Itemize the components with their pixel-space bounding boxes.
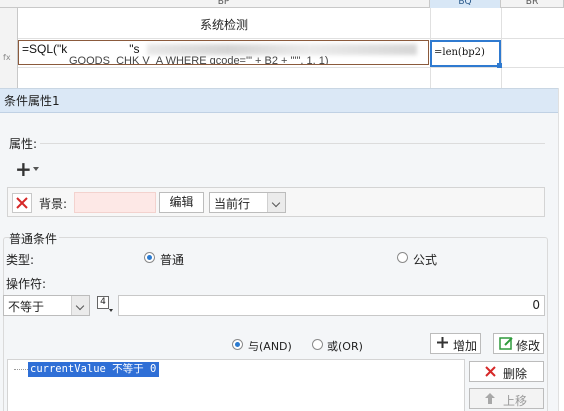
- remove-attribute-button[interactable]: [12, 193, 32, 213]
- background-label: 背景:: [39, 197, 68, 211]
- scope-select-value: 当前行: [214, 197, 251, 211]
- edit-button[interactable]: 编辑: [159, 192, 204, 213]
- cell-bq-selected[interactable]: =len(bp2): [430, 40, 502, 68]
- attributes-label: 属性:: [9, 137, 38, 151]
- modify-icon: [499, 337, 513, 350]
- plus-icon: [437, 337, 448, 348]
- operator-label: 操作符:: [6, 277, 47, 291]
- column-header-bp[interactable]: BP: [18, 0, 430, 8]
- redacted-blur: [147, 44, 417, 55]
- chevron-down-icon: [267, 193, 285, 212]
- scope-select[interactable]: 当前行: [209, 192, 286, 213]
- dropdown-caret-icon: [33, 167, 39, 171]
- delete-icon: [485, 366, 496, 377]
- move-up-label: 上移: [503, 394, 528, 408]
- condition-list-item[interactable]: currentValue 不等于 0: [28, 362, 160, 377]
- logic-and-label: 与(AND): [248, 340, 292, 353]
- condition-value-text: 0: [532, 298, 540, 312]
- condition-attribute-panel: 条件属性1 属性: + 背景: 编辑 当前行 普通条件 类型: 普通 公式 操作…: [0, 88, 558, 411]
- type-normal-label: 普通: [160, 253, 185, 267]
- logic-or-label: 或(OR): [327, 340, 363, 353]
- condition-value-input[interactable]: 0: [118, 295, 545, 316]
- spreadsheet-area: BP BQ BR 系统检测 fx =SQL("k "s GOODS_CHK V_A…: [0, 0, 564, 88]
- add-condition-label: 增加: [453, 339, 478, 353]
- fill-handle[interactable]: [497, 63, 502, 68]
- background-attribute-row: 背景: 编辑 当前行: [7, 187, 545, 217]
- column-header-br[interactable]: BR: [501, 0, 564, 8]
- general-condition-label: 普通条件: [9, 230, 60, 247]
- condition-list[interactable]: currentValue 不等于 0: [7, 359, 465, 411]
- cell-sql-formula[interactable]: =SQL("k "s GOODS_CHK V_A WHERE gcode='" +…: [18, 40, 429, 65]
- delete-condition-button[interactable]: 删除: [469, 361, 544, 382]
- operator-select-value: 不等于: [8, 300, 45, 314]
- grid-line: [501, 8, 502, 88]
- close-icon: [16, 197, 28, 209]
- type-label: 类型:: [6, 253, 35, 267]
- type-formula-label: 公式: [413, 253, 438, 267]
- delete-condition-label: 删除: [503, 367, 528, 381]
- group-divider: [40, 143, 545, 144]
- plus-icon: +: [15, 157, 32, 181]
- type-formula-radio[interactable]: [397, 252, 408, 263]
- background-color-swatch[interactable]: [74, 192, 156, 213]
- dropdown-caret-icon: [109, 309, 113, 312]
- operator-select[interactable]: 不等于: [3, 295, 90, 316]
- move-up-button[interactable]: 上移: [469, 388, 544, 409]
- value-type-button[interactable]: 4: [97, 296, 113, 314]
- add-condition-button[interactable]: 增加: [430, 333, 481, 354]
- grid-line: [18, 67, 564, 68]
- row-header-gutter: [0, 8, 18, 88]
- sheet-edge-strip: [558, 88, 564, 411]
- number-type-icon: 4: [97, 296, 109, 309]
- grid-line: [18, 38, 564, 39]
- type-normal-radio[interactable]: [144, 252, 155, 263]
- logic-and-radio[interactable]: [232, 339, 243, 350]
- modify-condition-button[interactable]: 修改: [493, 333, 544, 354]
- panel-title: 条件属性1: [0, 89, 558, 113]
- formula-text-line1: =SQL("k "s: [22, 42, 140, 56]
- tree-connector: [14, 369, 28, 370]
- column-header-bq[interactable]: BQ: [430, 0, 501, 8]
- cell-system-check[interactable]: 系统检测: [18, 14, 430, 36]
- cell-bq-formula: =len(bp2): [434, 47, 485, 58]
- column-header-row: BP BQ BR: [0, 0, 564, 8]
- chevron-down-icon: [71, 296, 89, 315]
- logic-or-radio[interactable]: [312, 339, 323, 350]
- add-attribute-button[interactable]: +: [15, 157, 43, 181]
- arrow-up-icon: [485, 393, 495, 404]
- modify-condition-label: 修改: [516, 339, 541, 353]
- formula-text-line2: GOODS_CHK V_A WHERE gcode='" + B2 + "'",…: [69, 55, 329, 65]
- formula-marker: fx: [3, 53, 11, 62]
